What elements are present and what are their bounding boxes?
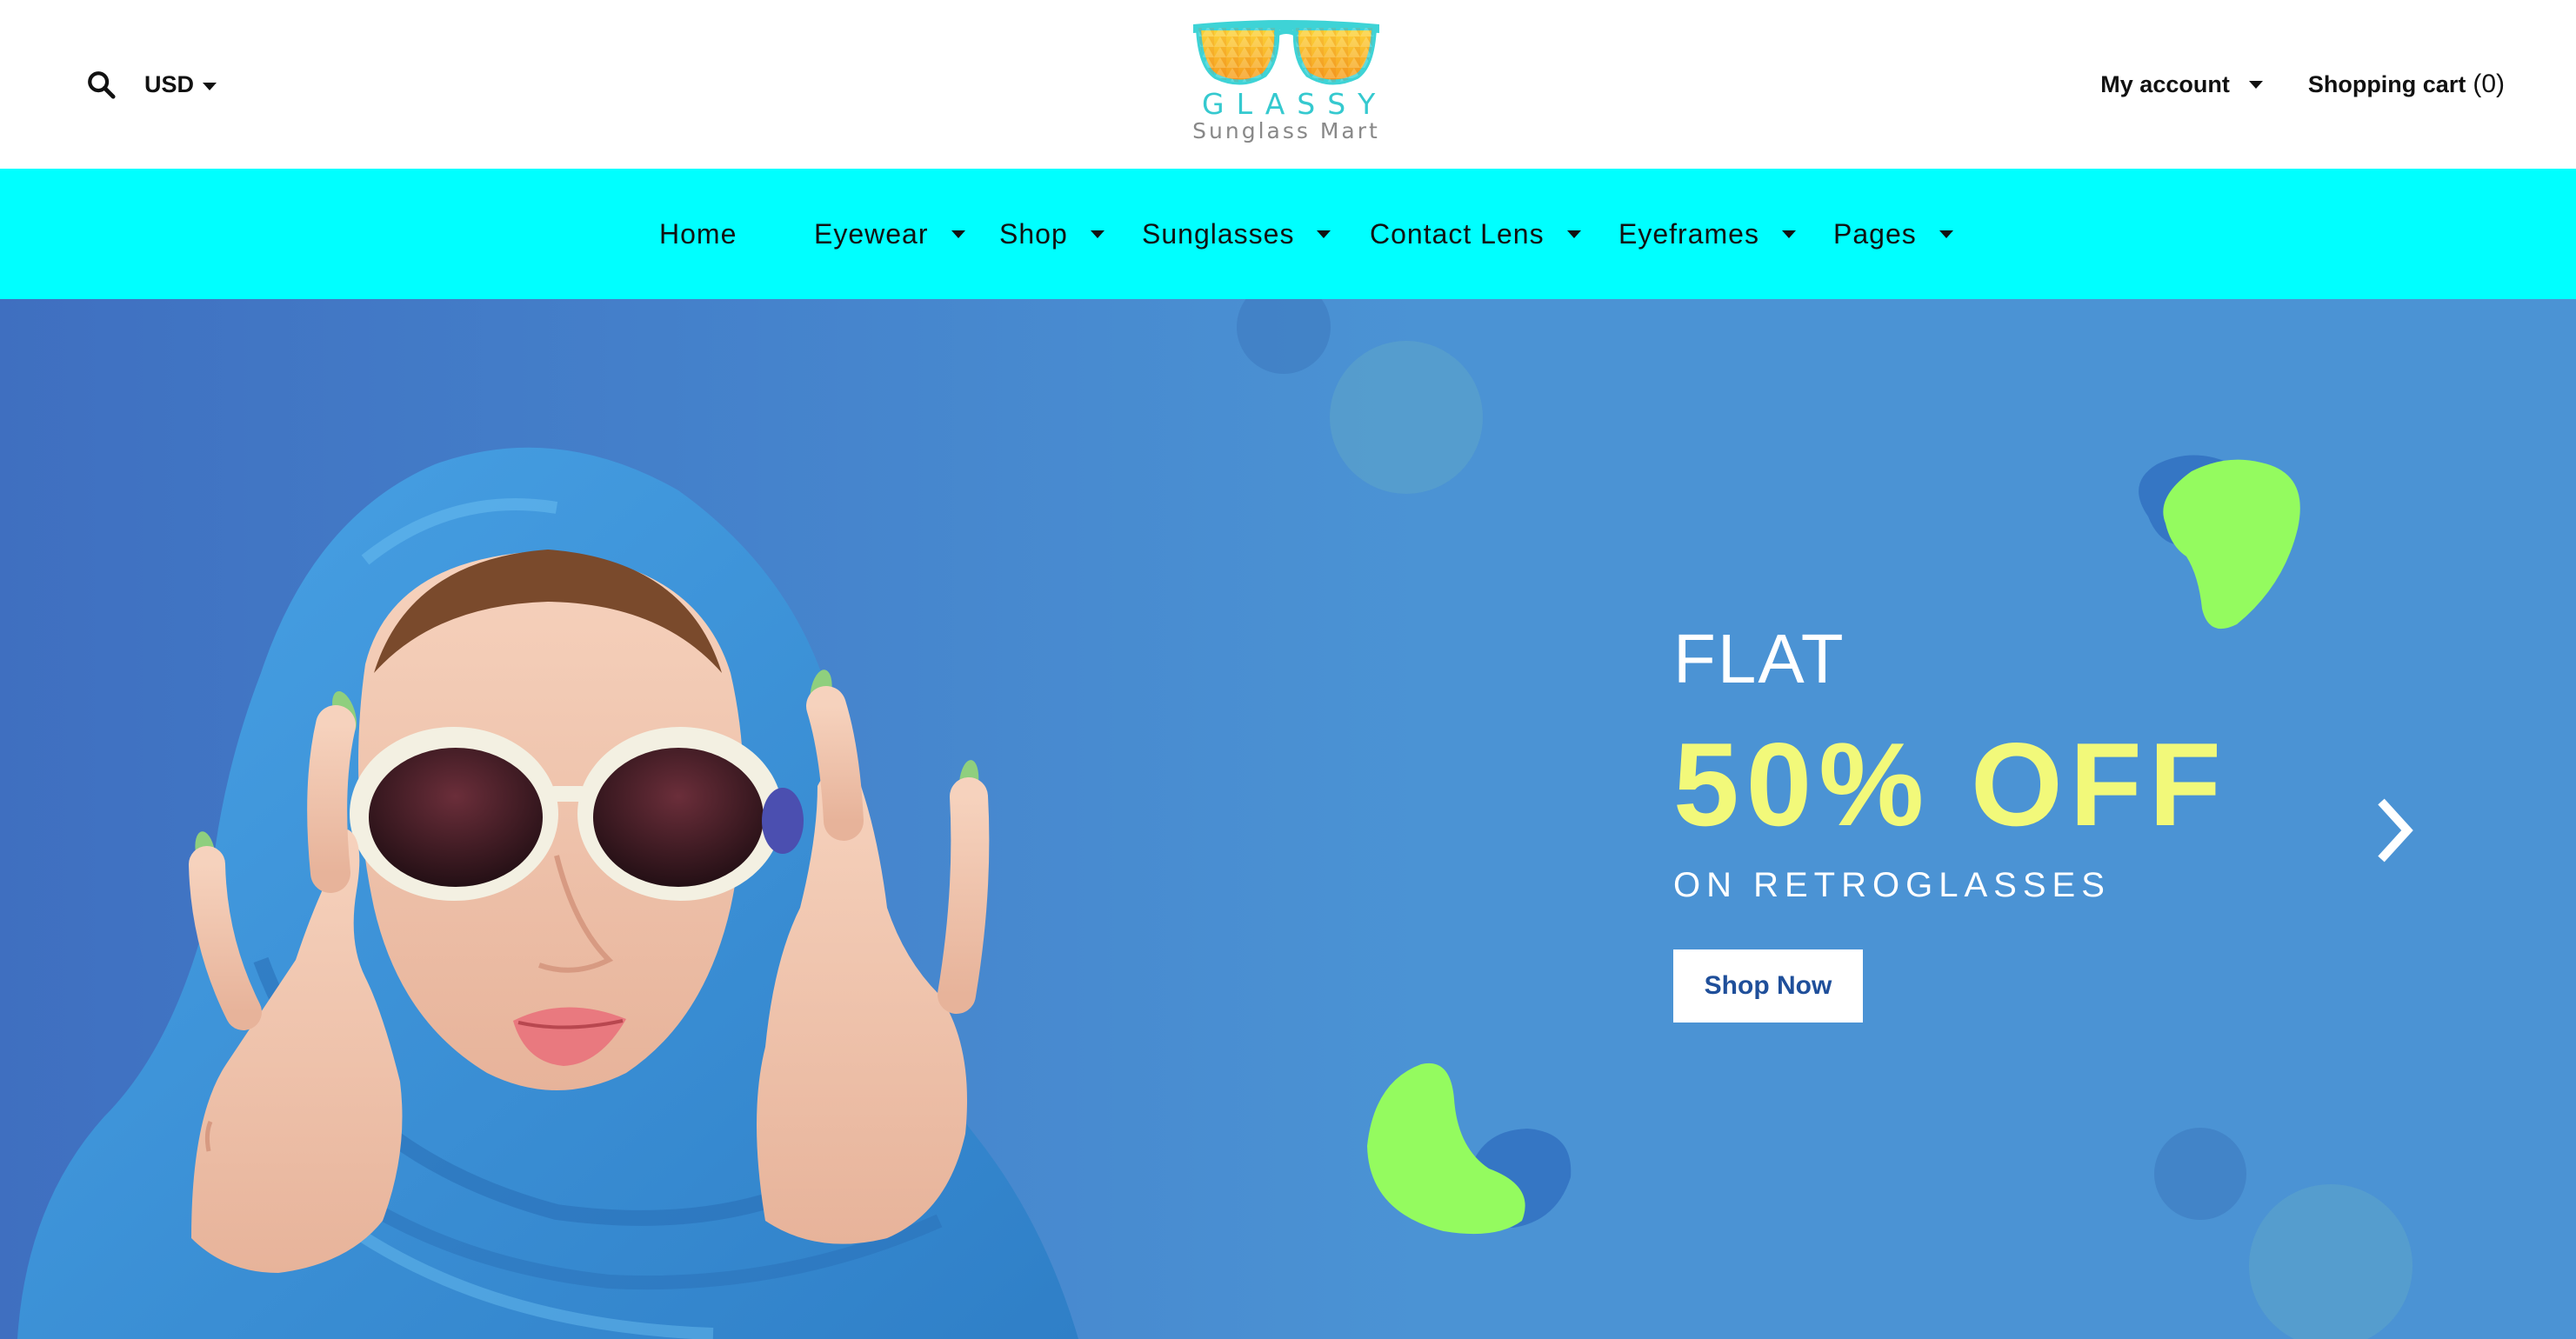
currency-selector[interactable]: USD (144, 71, 217, 98)
nav-item-eyeframes[interactable]: Eyeframes (1618, 169, 1796, 299)
currency-label: USD (144, 70, 195, 97)
cart-count: (0) (2473, 70, 2505, 98)
my-account-menu[interactable]: My account (2100, 71, 2263, 98)
nav-item-pages[interactable]: Pages (1833, 169, 1953, 299)
logo-wordmark: GLASSY (1202, 87, 1388, 121)
hero-slider: FLAT 50% OFF ON RETROGLASSES Shop Now (0, 299, 2576, 1339)
my-account-label: My account (2100, 70, 2230, 97)
chevron-down-icon (1939, 230, 1953, 238)
main-navigation: Home Eyewear Shop Sunglasses Contact Len… (0, 169, 2576, 299)
chevron-down-icon (1090, 230, 1104, 238)
header-left: USD (83, 0, 217, 169)
chevron-down-icon (2248, 80, 2263, 89)
chevron-down-icon (203, 82, 217, 90)
shopping-cart-label: Shopping cart (2307, 70, 2466, 97)
slider-next-button[interactable] (2369, 791, 2421, 869)
nav-item-sunglasses[interactable]: Sunglasses (1142, 169, 1331, 299)
chevron-down-icon (1566, 230, 1581, 238)
site-header: USD GLASSY Sunglass Mart My account Shop… (0, 0, 2576, 169)
nav-item-home[interactable]: Home (659, 169, 737, 299)
nav-item-contact-lens[interactable]: Contact Lens (1370, 169, 1581, 299)
nav-item-label: Contact Lens (1370, 217, 1545, 250)
header-right: My account Shopping cart (0) (2100, 0, 2505, 169)
shopping-cart-link[interactable]: Shopping cart (0) (2308, 70, 2505, 99)
nav-item-label: Shop (999, 217, 1068, 250)
chevron-down-icon (1317, 230, 1331, 238)
chevron-down-icon (951, 230, 965, 238)
nav-item-label: Pages (1833, 217, 1917, 250)
chevron-down-icon (1781, 230, 1796, 238)
nav-item-label: Eyeframes (1618, 217, 1759, 250)
hero-headline: 50% OFF (1673, 718, 2228, 850)
chevron-right-icon (2378, 798, 2413, 863)
nav-item-eyewear[interactable]: Eyewear (814, 169, 965, 299)
sunglasses-logo-icon (1193, 20, 1379, 85)
nav-item-shop[interactable]: Shop (999, 169, 1104, 299)
logo-tagline: Sunglass Mart (1192, 118, 1380, 143)
hero-line-flat: FLAT (1673, 620, 1845, 697)
nav-item-label: Sunglasses (1142, 217, 1295, 250)
shop-now-button[interactable]: Shop Now (1673, 949, 1863, 1023)
site-logo[interactable]: GLASSY Sunglass Mart (1190, 16, 1383, 148)
search-icon (88, 71, 116, 99)
hero-subline: ON RETROGLASSES (1673, 866, 2111, 904)
nav-item-label: Home (659, 217, 737, 250)
search-button[interactable] (83, 67, 118, 102)
nav-item-label: Eyewear (814, 217, 929, 250)
